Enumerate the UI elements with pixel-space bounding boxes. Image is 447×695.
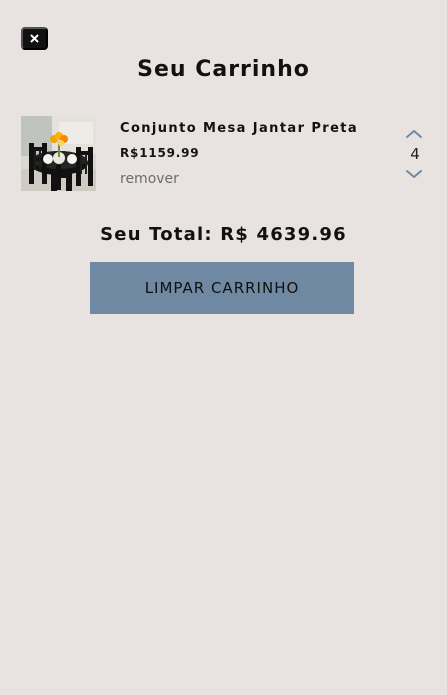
cart-title: Seu Carrinho xyxy=(137,57,310,82)
product-name: Conjunto Mesa Jantar Preta xyxy=(120,121,359,136)
cart-item: Conjunto Mesa Jantar Preta R$1159.99 rem… xyxy=(21,116,426,191)
chevron-up-icon xyxy=(406,130,422,138)
decrease-quantity-button[interactable] xyxy=(405,168,423,180)
cart-total: Seu Total: R$ 4639.96 xyxy=(100,224,347,245)
product-price: R$1159.99 xyxy=(120,146,200,160)
item-quantity: 4 xyxy=(410,145,420,163)
close-icon xyxy=(30,34,39,43)
close-button[interactable] xyxy=(21,27,48,50)
increase-quantity-button[interactable] xyxy=(405,128,423,140)
chevron-down-icon xyxy=(406,170,422,178)
dining-set-image xyxy=(21,116,96,191)
product-image xyxy=(21,116,96,191)
clear-cart-button[interactable]: LIMPAR CARRINHO xyxy=(90,262,354,314)
remove-item-button[interactable]: remover xyxy=(120,170,179,189)
